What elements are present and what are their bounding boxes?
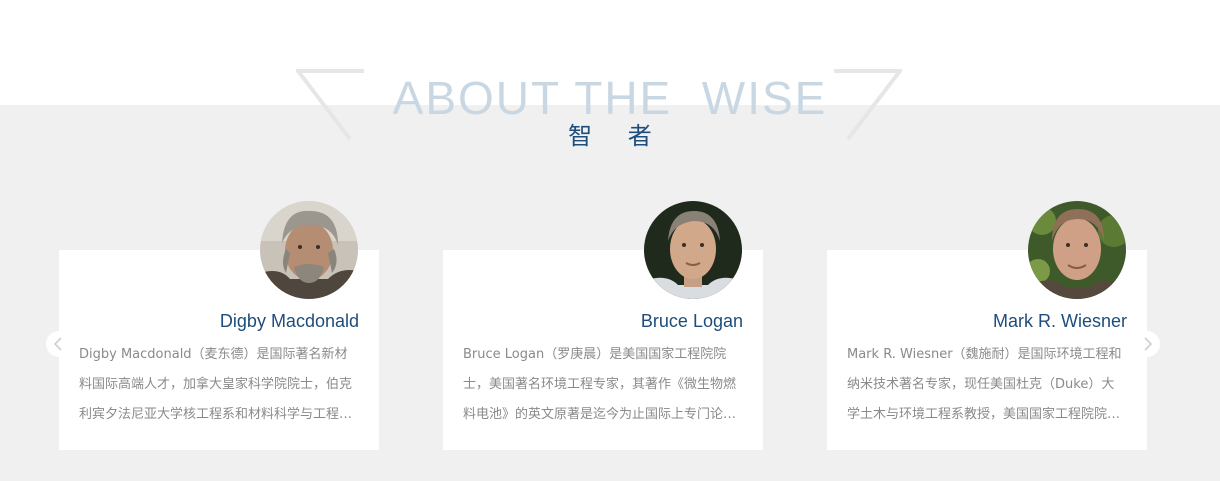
chevron-right-icon (1144, 337, 1153, 351)
section-heading-english: ABOUT THE WISE (392, 72, 828, 124)
expert-description: Mark R. Wiesner（魏施耐）是国际环境工程和纳米技术著名专家，现任美… (847, 347, 1122, 422)
expert-card[interactable]: Bruce Logan Bruce Logan（罗庚晨）是美国国家工程院院士，美… (443, 201, 763, 450)
expert-description: Digby Macdonald（麦东德）是国际著名新材料国际高端人才，加拿大皇家… (79, 347, 353, 422)
expert-avatar (644, 201, 742, 299)
expert-avatar (1028, 201, 1126, 299)
carousel-next-button[interactable] (1134, 331, 1160, 357)
expert-card[interactable]: Digby Macdonald Digby Macdonald（麦东德）是国际著… (59, 201, 379, 450)
expert-name[interactable]: Digby Macdonald (220, 310, 359, 332)
section-heading-chinese: 智 者 (568, 122, 666, 150)
expert-card[interactable]: Mark R. Wiesner Mark R. Wiesner（魏施耐）是国际环… (827, 201, 1147, 450)
carousel-prev-button[interactable] (46, 331, 72, 357)
expert-avatar (260, 201, 358, 299)
expert-name[interactable]: Bruce Logan (641, 310, 743, 332)
chevron-left-icon (53, 337, 62, 351)
expert-name[interactable]: Mark R. Wiesner (993, 310, 1127, 332)
expert-description: Bruce Logan（罗庚晨）是美国国家工程院院士，美国著名环境工程专家，其著… (463, 347, 737, 422)
